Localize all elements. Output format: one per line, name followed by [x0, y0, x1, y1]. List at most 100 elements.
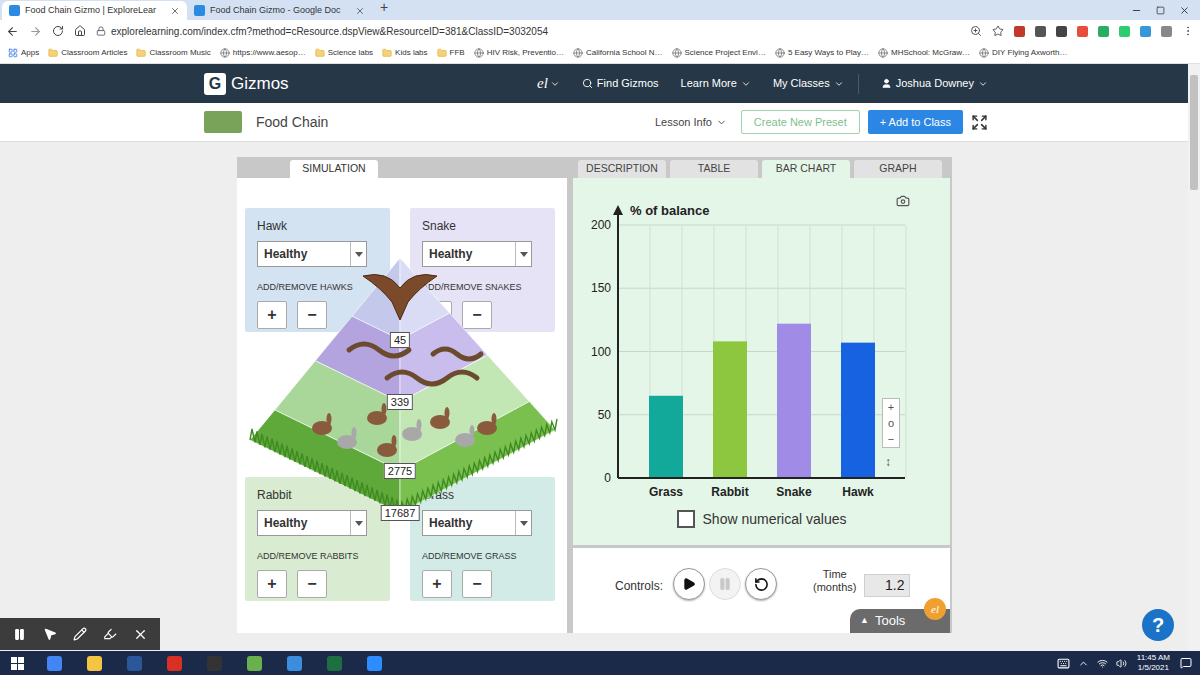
menu-icon[interactable]: [1182, 25, 1194, 37]
bookmark[interactable]: HIV Risk, Preventio…: [474, 47, 564, 59]
home-icon[interactable]: [74, 25, 86, 37]
close-window-icon[interactable]: [1179, 5, 1190, 16]
gizmos-logo[interactable]: GGizmos: [204, 71, 289, 97]
nav-item[interactable]: Learn More: [681, 75, 751, 92]
bookmark-star-icon[interactable]: [992, 25, 1004, 37]
clock[interactable]: 11:45 AM1/5/2021: [1135, 653, 1172, 673]
new-tab-button[interactable]: +: [380, 0, 388, 18]
tools-tab[interactable]: ▲Toolsel: [850, 609, 950, 633]
tab[interactable]: TABLE: [670, 160, 758, 178]
tab[interactable]: GRAPH: [854, 160, 942, 178]
scrollbar-thumb[interactable]: [1190, 75, 1198, 190]
zoom-button[interactable]: o: [888, 415, 894, 431]
notifications-icon[interactable]: [1180, 657, 1192, 669]
status-select[interactable]: Healthy: [422, 510, 532, 536]
add-button[interactable]: +: [257, 570, 287, 598]
lesson-info-menu[interactable]: Lesson Info: [655, 114, 727, 131]
extension-icon[interactable]: [1140, 26, 1151, 37]
add-button[interactable]: +: [422, 570, 452, 598]
reload-icon[interactable]: [52, 25, 64, 37]
bookmark[interactable]: Science Project Envi…: [672, 47, 766, 59]
nav-item[interactable]: Find Gizmos: [582, 75, 659, 92]
el-menu[interactable]: el: [537, 72, 560, 95]
remove-button[interactable]: −: [462, 301, 492, 329]
forward-icon[interactable]: [29, 25, 42, 38]
annotation-tool[interactable]: [38, 622, 62, 646]
bookmark[interactable]: Kids labs: [382, 47, 427, 59]
extension-icon[interactable]: [1161, 26, 1172, 37]
taskbar-app[interactable]: [154, 651, 194, 675]
extension-icon[interactable]: [1056, 26, 1067, 37]
bookmark[interactable]: Apps: [8, 47, 39, 59]
close-tab-icon[interactable]: [170, 6, 180, 16]
taskbar-app[interactable]: [274, 651, 314, 675]
taskbar-app[interactable]: [114, 651, 154, 675]
minimize-icon[interactable]: [1131, 5, 1142, 16]
play-button[interactable]: [673, 568, 705, 600]
url-field[interactable]: explorelearning.com/index.cfm?method=cRe…: [96, 24, 960, 39]
taskbar-app[interactable]: [34, 651, 74, 675]
taskbar-app[interactable]: [354, 651, 394, 675]
status-select[interactable]: Healthy: [422, 241, 532, 267]
remove-button[interactable]: −: [462, 570, 492, 598]
maximize-icon[interactable]: [1156, 6, 1165, 15]
reset-button[interactable]: [745, 568, 777, 600]
bookmark[interactable]: https://www.aesop…: [220, 47, 306, 59]
zoom-button[interactable]: −: [888, 431, 894, 447]
numerical-values-checkbox[interactable]: Show numerical values: [573, 508, 950, 530]
remove-button[interactable]: −: [297, 301, 327, 329]
status-select[interactable]: Healthy: [257, 510, 367, 536]
browser-tab[interactable]: Food Chain Gizmo | ExploreLear: [2, 1, 187, 20]
add-to-class-button[interactable]: + Add to Class: [868, 110, 963, 134]
bookmark[interactable]: MHSchool: McGraw…: [878, 47, 970, 59]
volume-icon[interactable]: [1116, 658, 1127, 669]
taskbar-app[interactable]: [194, 651, 234, 675]
browser-tab[interactable]: Food Chain Gizmo - Google Doc: [187, 1, 372, 20]
extension-icon[interactable]: [1119, 26, 1130, 37]
bookmark[interactable]: 5 Easy Ways to Play…: [775, 47, 869, 59]
tab[interactable]: SIMULATION: [290, 160, 378, 178]
status-select[interactable]: Healthy: [257, 241, 367, 267]
remove-button[interactable]: −: [297, 570, 327, 598]
tab[interactable]: BAR CHART: [762, 160, 850, 178]
chevron-down-icon: [716, 117, 727, 128]
network-icon[interactable]: [1097, 658, 1108, 669]
taskbar-app[interactable]: [314, 651, 354, 675]
back-icon[interactable]: [6, 25, 19, 38]
extension-icon[interactable]: [1014, 26, 1025, 37]
annotation-tool[interactable]: [129, 622, 153, 646]
tray-overflow-icon[interactable]: [1078, 658, 1089, 669]
add-button[interactable]: +: [257, 301, 287, 329]
nav-item[interactable]: My Classes: [773, 75, 844, 92]
scrollbar[interactable]: [1188, 64, 1200, 651]
nav-item[interactable]: Joshua Downey: [881, 75, 988, 92]
bookmark[interactable]: DIY Flying Axworth…: [979, 47, 1067, 59]
tab[interactable]: DESCRIPTION: [578, 160, 666, 178]
annotation-tool[interactable]: [98, 622, 122, 646]
extension-icon[interactable]: [1035, 26, 1046, 37]
bookmark[interactable]: FFB: [437, 47, 465, 59]
annotation-tool[interactable]: [68, 622, 92, 646]
resize-handle[interactable]: ↕: [885, 455, 891, 469]
bookmark[interactable]: Science labs: [315, 47, 373, 59]
start-button[interactable]: [0, 657, 34, 670]
zoom-control: +o−: [882, 398, 900, 448]
bookmark[interactable]: California School N…: [573, 47, 662, 59]
extension-icon[interactable]: [1077, 26, 1088, 37]
taskbar-app[interactable]: [234, 651, 274, 675]
camera-icon[interactable]: [896, 194, 910, 208]
annotation-tool[interactable]: [7, 622, 31, 646]
bookmark[interactable]: Classroom Articles: [48, 47, 127, 59]
help-button[interactable]: ?: [1142, 609, 1174, 641]
zoom-icon[interactable]: [970, 25, 982, 37]
bookmark[interactable]: Classroom Music: [136, 47, 210, 59]
fullscreen-icon[interactable]: [971, 114, 988, 131]
keyboard-icon[interactable]: [1057, 657, 1070, 670]
create-preset-button[interactable]: Create New Preset: [741, 110, 860, 134]
extension-icon[interactable]: [1098, 26, 1109, 37]
taskbar-app[interactable]: [74, 651, 114, 675]
add-button[interactable]: +: [422, 301, 452, 329]
zoom-button[interactable]: +: [888, 399, 894, 415]
close-tab-icon[interactable]: [355, 6, 365, 16]
address-bar: explorelearning.com/index.cfm?method=cRe…: [0, 20, 1200, 42]
